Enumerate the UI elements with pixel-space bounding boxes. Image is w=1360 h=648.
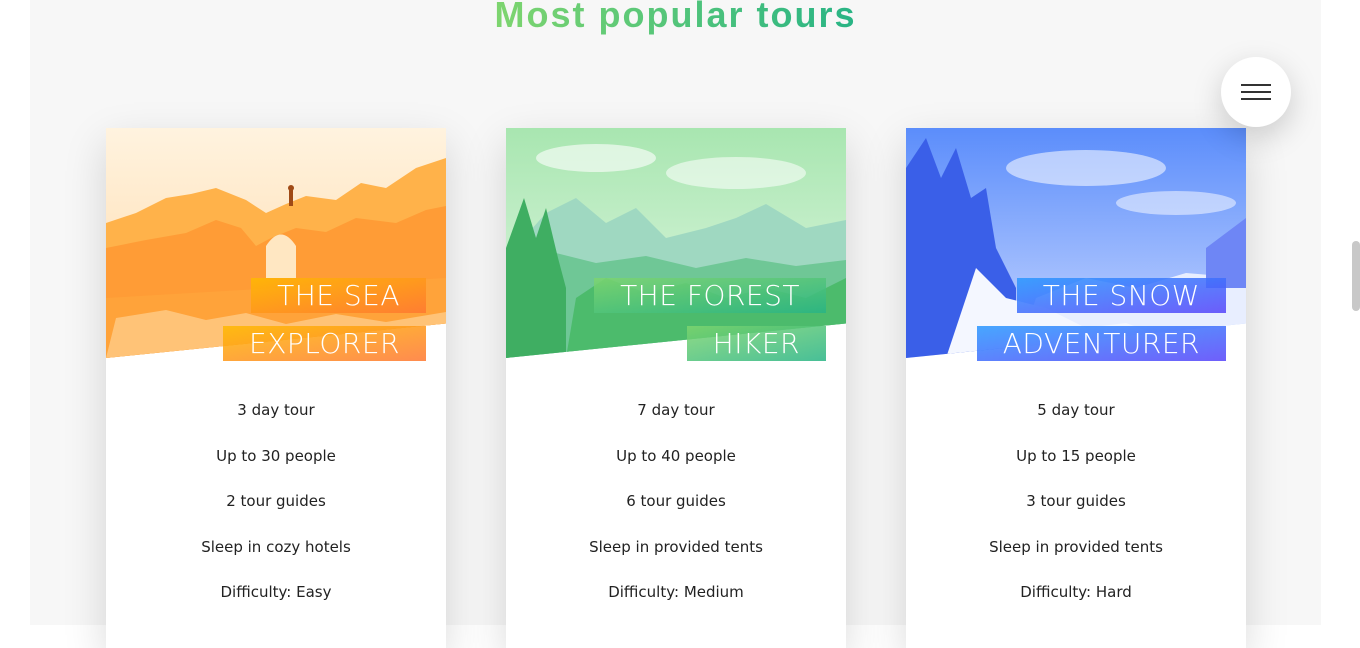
tour-guides: 3 tour guides [1026,492,1126,510]
tour-capacity: Up to 40 people [616,446,736,465]
tour-details-list: 3 day tour Up to 30 people 2 tour guides… [106,398,446,626]
tour-title-line1: THE SNOW [1016,278,1226,313]
tour-duration: 5 day tour [1037,401,1115,419]
tour-difficulty: Difficulty: Easy [220,583,332,601]
menu-icon-line [1241,84,1271,86]
tour-guides: 6 tour guides [626,492,726,510]
tour-title-line1: THE SEA [251,278,426,313]
tour-duration: 7 day tour [637,401,715,419]
tour-capacity: Up to 15 people [1016,446,1136,465]
section-heading-text: Most popular tours [495,0,857,35]
page-scrollbar-track[interactable] [1321,0,1360,625]
tour-title: THE FOREST HIKER [546,272,826,368]
tours-section: Most popular tours THE SEA EXPLORER 3 da… [30,0,1321,648]
tour-title-line2: ADVENTURER [976,326,1226,361]
tour-difficulty: Difficulty: Medium [608,583,744,601]
tour-title-line2: HIKER [686,326,826,361]
tour-details-list: 7 day tour Up to 40 people 6 tour guides… [506,398,846,626]
menu-icon-line [1241,91,1271,93]
section-heading: Most popular tours [30,0,1321,36]
tour-card-forest-hiker[interactable]: THE FOREST HIKER 7 day tour Up to 40 peop… [506,128,846,648]
tour-card-sea-explorer[interactable]: THE SEA EXPLORER 3 day tour Up to 30 peop… [106,128,446,648]
page-scrollbar-thumb[interactable] [1352,241,1360,311]
tour-guides: 2 tour guides [226,492,326,510]
tour-difficulty: Difficulty: Hard [1020,583,1132,601]
tour-title: THE SNOW ADVENTURER [946,272,1226,368]
menu-icon-line [1241,98,1271,100]
tour-duration: 3 day tour [237,401,315,419]
tour-card-snow-adventurer[interactable]: THE SNOW ADVENTURER 5 day tour Up to 15 p… [906,128,1246,648]
tour-title-line2: EXPLORER [223,326,426,361]
tour-details-list: 5 day tour Up to 15 people 3 tour guides… [906,398,1246,626]
tour-title: THE SEA EXPLORER [146,272,426,368]
tour-lodging: Sleep in cozy hotels [201,537,351,556]
tour-title-line1: THE FOREST [594,278,826,313]
tour-lodging: Sleep in provided tents [589,537,763,556]
tour-lodging: Sleep in provided tents [989,537,1163,556]
menu-button[interactable] [1221,57,1291,127]
tour-capacity: Up to 30 people [216,446,336,465]
